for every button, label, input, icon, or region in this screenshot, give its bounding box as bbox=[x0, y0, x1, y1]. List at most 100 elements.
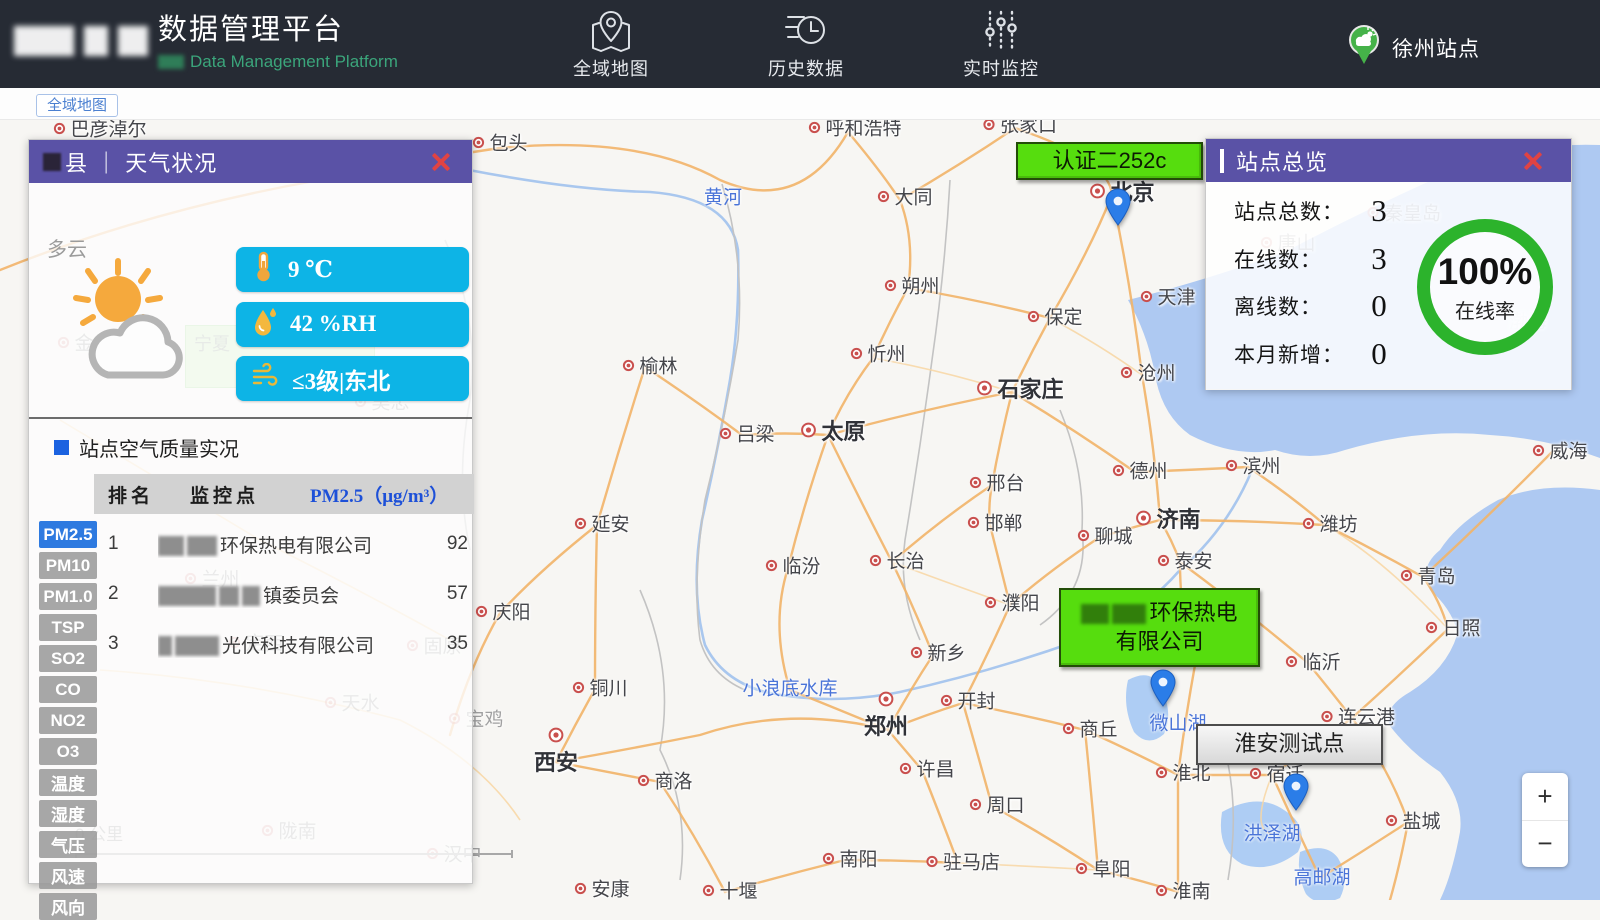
map-city-label: 德州 bbox=[1112, 457, 1167, 484]
map-city-label: 新乡 bbox=[910, 639, 965, 666]
station-marker-huaian[interactable]: 淮安测试点 bbox=[1196, 724, 1383, 765]
main-nav: 全域地图 历史数据 实时监控 bbox=[556, 8, 1056, 81]
city-marker-icon bbox=[574, 517, 586, 529]
overview-stat-row: 站点总数：3 bbox=[1234, 194, 1404, 228]
city-marker-icon bbox=[1075, 862, 1087, 874]
sun-cloud-icon bbox=[63, 253, 213, 393]
param-button-湿度[interactable]: 湿度 bbox=[39, 800, 97, 827]
city-marker-icon bbox=[899, 762, 911, 774]
weather-metric-2: ≤3级|东北 bbox=[236, 356, 469, 401]
city-name: 聊城 bbox=[1094, 522, 1132, 549]
station-pin[interactable] bbox=[1150, 669, 1176, 712]
stat-label: 离线数： bbox=[1234, 291, 1354, 321]
city-marker-icon bbox=[765, 559, 777, 571]
city-marker-icon bbox=[1155, 884, 1167, 896]
city-name: 郑州 bbox=[864, 709, 908, 741]
city-marker-icon bbox=[1385, 814, 1397, 826]
param-button-TSP[interactable]: TSP bbox=[39, 614, 97, 641]
map-city-label: 庆阳 bbox=[475, 598, 530, 625]
city-name: 沧州 bbox=[1137, 359, 1175, 386]
param-button-温度[interactable]: 温度 bbox=[39, 769, 97, 796]
city-marker-icon bbox=[1155, 766, 1167, 778]
city-name: 忻州 bbox=[867, 340, 905, 367]
marker-label-text: 认证二252c bbox=[1053, 147, 1167, 176]
aqi-rank: 3 bbox=[108, 633, 158, 655]
aqi-table-header: 排名 监控点 PM2.5（μg/m³） bbox=[94, 474, 474, 514]
redacted-text bbox=[1081, 604, 1109, 624]
city-name: 阜阳 bbox=[1092, 855, 1130, 882]
global-map-icon bbox=[589, 8, 633, 52]
station-pin[interactable] bbox=[1283, 773, 1309, 816]
map-city-label: 邢台 bbox=[969, 469, 1024, 496]
city-name: 大同 bbox=[894, 183, 932, 210]
aqi-station-name: 光伏科技有限公司 bbox=[158, 631, 418, 658]
city-name: 驻马店 bbox=[943, 848, 1000, 875]
param-button-气压[interactable]: 气压 bbox=[39, 831, 97, 858]
weather-panel-title: 县 ｜ 天气状况 bbox=[65, 146, 217, 178]
weather-panel: 县 ｜ 天气状况 多云 9 ℃42 %RH≤3级|东北 站点空气质量实况 排名 … bbox=[28, 139, 473, 884]
tab-bar: 全域地图 bbox=[0, 88, 1600, 120]
overview-stat-row: 本月新增：0 bbox=[1234, 337, 1404, 371]
marker-label-text: 环保热电 bbox=[1149, 600, 1237, 625]
map-city-label: 许昌 bbox=[899, 755, 954, 782]
map-city-label: 商丘 bbox=[1062, 715, 1117, 742]
city-marker-icon bbox=[850, 347, 862, 359]
subtitle-redacted-block bbox=[158, 55, 184, 69]
city-name: 天津 bbox=[1157, 283, 1195, 310]
nav-item-global-map[interactable]: 全域地图 bbox=[556, 8, 666, 81]
city-name: 铜川 bbox=[589, 674, 627, 701]
zoom-in-button[interactable]: + bbox=[1522, 773, 1568, 820]
station-pin[interactable] bbox=[1105, 188, 1131, 231]
wind-icon bbox=[252, 363, 280, 394]
nav-item-realtime-monitor[interactable]: 实时监控 bbox=[946, 8, 1056, 81]
station-marker-huanbao[interactable]: 环保热电有限公司 bbox=[1059, 588, 1260, 667]
marker-label-text: 有限公司 bbox=[1115, 629, 1203, 654]
close-icon[interactable] bbox=[1521, 150, 1543, 172]
zoom-out-button[interactable]: − bbox=[1522, 821, 1568, 868]
map-city-label: 濮阳 bbox=[984, 589, 1039, 616]
app-header: 数据管理平台 Data Management Platform 全域地图历史数据… bbox=[0, 0, 1600, 88]
param-button-风速[interactable]: 风速 bbox=[39, 862, 97, 889]
param-button-SO2[interactable]: SO2 bbox=[39, 645, 97, 672]
city-name: 包头 bbox=[489, 129, 527, 156]
city-marker-icon bbox=[719, 427, 731, 439]
param-button-PM2.5[interactable]: PM2.5 bbox=[39, 521, 97, 548]
city-marker-icon bbox=[637, 774, 649, 786]
map-city-label: 济南 bbox=[1135, 502, 1200, 534]
city-name: 安康 bbox=[591, 875, 629, 901]
overview-panel-body: 站点总数：3在线数：3离线数：0本月新增：0 100% 在线率 bbox=[1206, 182, 1571, 390]
tab-global-map[interactable]: 全域地图 bbox=[36, 94, 118, 117]
city-name: 青岛 bbox=[1417, 562, 1455, 589]
aqi-rank: 2 bbox=[108, 583, 158, 605]
map-city-label: 长治 bbox=[869, 547, 924, 574]
gauge-label: 在线率 bbox=[1455, 295, 1515, 324]
param-button-PM10[interactable]: PM10 bbox=[39, 552, 97, 579]
map-city-label: 淮南 bbox=[1155, 877, 1210, 901]
city-marker-icon bbox=[1532, 444, 1544, 456]
city-marker-icon bbox=[1225, 459, 1237, 471]
station-marker-renzheng[interactable]: 认证二252c bbox=[1016, 142, 1203, 180]
aqi-station-name-text: 光伏科技有限公司 bbox=[222, 636, 374, 657]
param-button-风向[interactable]: 风向 bbox=[39, 893, 97, 920]
param-button-PM1.0[interactable]: PM1.0 bbox=[39, 583, 97, 610]
map-city-label: 十堰 bbox=[702, 877, 757, 901]
param-button-O3[interactable]: O3 bbox=[39, 738, 97, 765]
map-city-label: 呼和浩特 bbox=[808, 120, 901, 141]
stat-value: 0 bbox=[1354, 336, 1404, 372]
map-city-label: 吕梁 bbox=[719, 420, 774, 447]
station-selector[interactable]: 徐州站点 bbox=[1346, 24, 1480, 71]
city-marker-icon bbox=[1062, 722, 1074, 734]
map-city-label: 榆林 bbox=[622, 352, 677, 379]
map-city-label: 忻州 bbox=[850, 340, 905, 367]
city-marker-icon bbox=[1027, 310, 1039, 322]
city-name: 邯郸 bbox=[984, 509, 1022, 536]
city-name: 朔州 bbox=[901, 272, 939, 299]
close-icon[interactable] bbox=[429, 151, 451, 173]
param-button-CO[interactable]: CO bbox=[39, 676, 97, 703]
city-marker-icon bbox=[1321, 710, 1333, 722]
param-button-NO2[interactable]: NO2 bbox=[39, 707, 97, 734]
city-marker-icon bbox=[475, 605, 487, 617]
city-name: 太原 bbox=[821, 414, 865, 446]
nav-item-history-data[interactable]: 历史数据 bbox=[751, 8, 861, 81]
aqi-section-title: 站点空气质量实况 bbox=[54, 433, 239, 462]
